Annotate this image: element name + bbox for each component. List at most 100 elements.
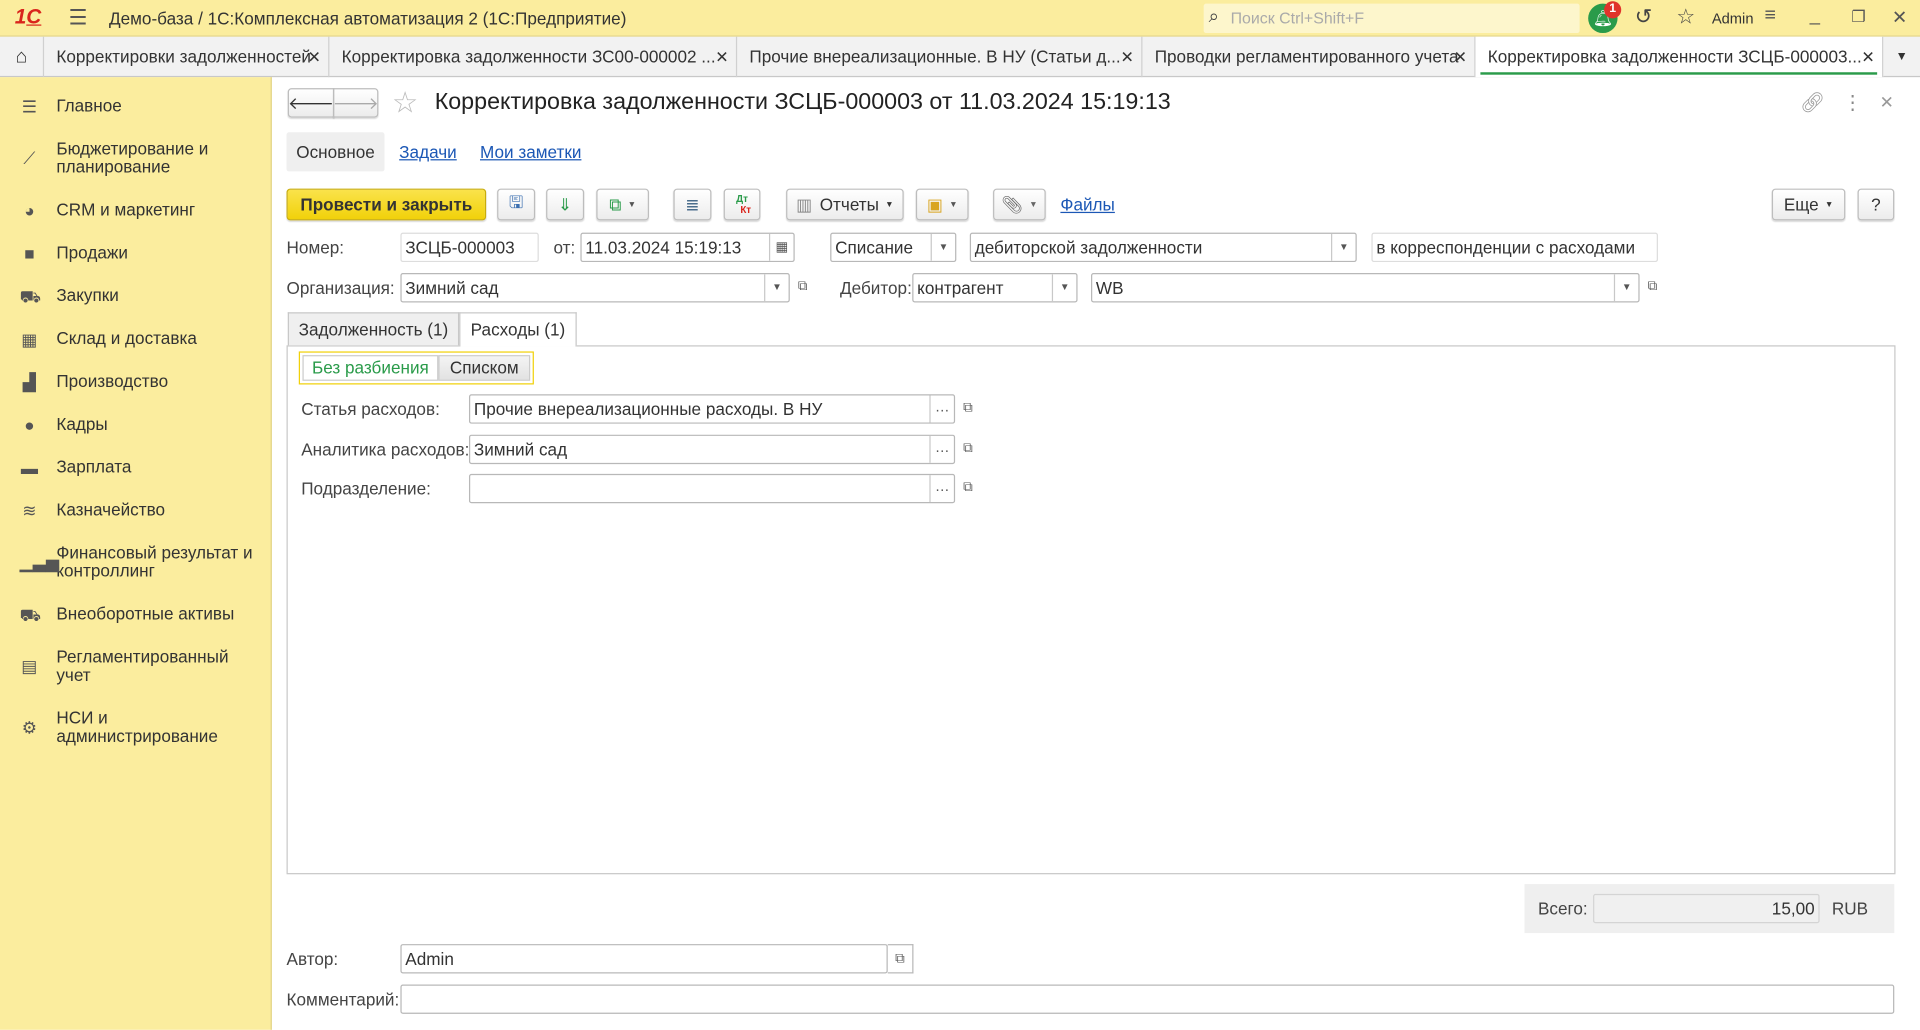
forward-button[interactable]: 🡒 (333, 88, 379, 118)
favorite-star-icon[interactable]: ☆ (392, 86, 418, 122)
close-window-icon[interactable]: ✕ (1892, 6, 1907, 28)
sidebar-item-hr[interactable]: ● Кадры (0, 403, 271, 446)
org-field[interactable]: Зимний сад ▼ (400, 273, 790, 303)
dropdown-arrow-icon: ▼ (1824, 200, 1834, 209)
open-org-icon[interactable]: ⧉ (790, 273, 816, 302)
restore-icon[interactable]: ❐ (1851, 7, 1865, 27)
open-author-icon[interactable]: ⧉ (887, 944, 914, 974)
dropdown-arrow-icon[interactable]: ▼ (930, 233, 955, 261)
help-button[interactable]: ? (1857, 188, 1895, 221)
home-icon[interactable]: ⌂ (0, 36, 45, 78)
sidebar-item-crm[interactable]: ◕ CRM и маркетинг (0, 189, 271, 232)
tabs-dropdown-icon[interactable]: ▼ (1883, 37, 1920, 77)
tab-main[interactable]: Основное (286, 132, 385, 172)
user-name[interactable]: Admin (1712, 10, 1754, 27)
window-tab[interactable]: Корректировка задолженности ЗС00-000002 … (329, 36, 738, 78)
date-field[interactable]: 11.03.2024 15:19:13 ▦ (580, 232, 795, 263)
back-button[interactable]: 🡐 (287, 88, 335, 118)
kt-label: Кт (740, 204, 752, 216)
sidebar-item-budgeting[interactable]: ⟋ Бюджетирование и планирование (0, 127, 271, 188)
window-tab[interactable]: Корректировки задолженностей ✕ (44, 36, 330, 78)
author-label: Автор: (286, 948, 339, 969)
close-tab-icon[interactable]: ✕ (1861, 37, 1874, 77)
close-form-icon[interactable]: ✕ (1880, 92, 1894, 113)
sidebar-item-fixed-assets[interactable]: ⛟ Внеоборотные активы (0, 593, 271, 636)
person-icon: ● (24, 414, 35, 435)
expense-analytics-field[interactable]: Зимний сад… (468, 434, 956, 465)
dropdown-arrow-icon[interactable]: ▼ (1331, 233, 1355, 261)
sidebar-item-production[interactable]: ▟ Производство (0, 360, 271, 403)
operation-object-select[interactable]: дебиторской задолженности ▼ (969, 232, 1357, 263)
debtor-type-value: контрагент (917, 277, 1004, 298)
dt-kt-button[interactable]: Дт Кт (723, 188, 761, 221)
expenses-panel (286, 345, 1896, 875)
toggle-list[interactable]: Списком (438, 355, 531, 381)
window-tab[interactable]: Проводки регламентированного учета ✕ (1142, 36, 1476, 78)
favorites-star-icon[interactable]: ☆ (1676, 5, 1695, 29)
settings-menu-icon[interactable]: ≡ (1764, 5, 1775, 27)
dropdown-arrow-icon[interactable]: ▼ (1051, 274, 1076, 302)
sidebar-item-treasury[interactable]: ≋ Казначейство (0, 489, 271, 532)
sidebar-item-admin[interactable]: ⚙ НСИ и администрирование (0, 697, 271, 758)
expense-item-field[interactable]: Прочие внереализационные расходы. В НУ… (468, 394, 956, 424)
tab-expenses[interactable]: Расходы (1) (459, 312, 577, 347)
post-and-close-button[interactable]: Провести и закрыть (286, 188, 487, 221)
tab-label: Прочие внереализационные. В НУ (Статьи д… (749, 46, 1121, 67)
operation-select[interactable]: Списание ▼ (830, 232, 957, 263)
select-ellipsis-button[interactable]: … (929, 475, 953, 503)
create-based-on-button[interactable]: ⧉ ▼ (596, 188, 649, 221)
open-department-icon[interactable]: ⧉ (955, 474, 981, 503)
comment-field[interactable] (400, 984, 1895, 1014)
minimize-icon[interactable]: _ (1810, 5, 1820, 26)
sidebar-item-sales[interactable]: ■ Продажи (0, 231, 271, 274)
structure-button[interactable]: ≣ (673, 188, 712, 221)
sidebar-item-finance[interactable]: ▁▃▅ Финансовый результат и контроллинг (0, 531, 271, 592)
department-field[interactable]: … (468, 473, 956, 504)
link-icon[interactable]: 🔗︎ (1800, 91, 1825, 115)
main-menu-icon[interactable]: ☰ (69, 6, 88, 30)
dt-label: Дт (736, 193, 748, 205)
print-button[interactable]: ▣ ▼ (915, 188, 969, 221)
author-field[interactable]: Admin (400, 944, 888, 974)
reports-button[interactable]: ▥ Отчеты ▼ (786, 188, 904, 221)
attach-button[interactable]: 📎︎ ▼ (993, 188, 1046, 221)
pie-icon: ◕ (24, 200, 35, 220)
close-tab-icon[interactable]: ✕ (1454, 37, 1467, 77)
files-link[interactable]: Файлы (1060, 195, 1114, 215)
sidebar-item-label: Кадры (56, 413, 108, 434)
tab-tasks[interactable]: Задачи (399, 142, 457, 162)
sidebar-item-purchases[interactable]: ⛟ Закупки (0, 274, 271, 317)
close-tab-icon[interactable]: ✕ (1121, 37, 1134, 77)
calendar-icon[interactable]: ▦ (768, 233, 793, 261)
debtor-field[interactable]: WB ▼ (1091, 273, 1640, 303)
tab-notes[interactable]: Мои заметки (480, 142, 581, 162)
select-ellipsis-button[interactable]: … (929, 435, 953, 463)
open-debtor-icon[interactable]: ⧉ (1640, 273, 1666, 302)
currency-label: RUB (1831, 898, 1869, 919)
tab-debt[interactable]: Задолженность (1) (287, 312, 460, 346)
window-tab[interactable]: Прочие внереализационные. В НУ (Статьи д… (737, 36, 1143, 78)
save-button[interactable]: 🖫 (497, 188, 536, 221)
dropdown-arrow-icon[interactable]: ▼ (764, 274, 788, 302)
number-field[interactable]: ЗСЦБ-000003 (400, 232, 539, 263)
more-actions-icon[interactable]: ⋮ (1843, 91, 1863, 115)
open-expense-item-icon[interactable]: ⧉ (955, 394, 981, 423)
operation-corr-field[interactable]: в корреспонденции с расходами (1371, 232, 1658, 263)
select-ellipsis-button[interactable]: … (929, 395, 953, 423)
sidebar-item-payroll[interactable]: ▬ Зарплата (0, 446, 271, 489)
sidebar-item-warehouse[interactable]: ▦ Склад и доставка (0, 317, 271, 360)
debtor-type-select[interactable]: контрагент ▼ (912, 273, 1078, 303)
sidebar-item-regulated[interactable]: ▤ Регламентированный учет (0, 636, 271, 697)
history-icon[interactable]: ↺ (1635, 5, 1652, 29)
open-expense-analytics-icon[interactable]: ⧉ (955, 435, 981, 464)
menu-icon: ☰ (21, 96, 38, 116)
more-button[interactable]: Еще ▼ (1771, 188, 1846, 221)
close-tab-icon[interactable]: ✕ (307, 37, 320, 77)
sidebar-item-main[interactable]: ☰ Главное (0, 84, 271, 127)
close-tab-icon[interactable]: ✕ (715, 37, 728, 77)
post-button[interactable]: ⇓ (546, 188, 585, 221)
dropdown-arrow-icon[interactable]: ▼ (1613, 274, 1638, 302)
window-tab-active[interactable]: Корректировка задолженности ЗСЦБ-000003.… (1475, 36, 1884, 78)
search-input[interactable]: ⌕ Поиск Ctrl+Shift+F (1203, 3, 1580, 34)
toggle-no-split[interactable]: Без разбиения (302, 355, 439, 381)
